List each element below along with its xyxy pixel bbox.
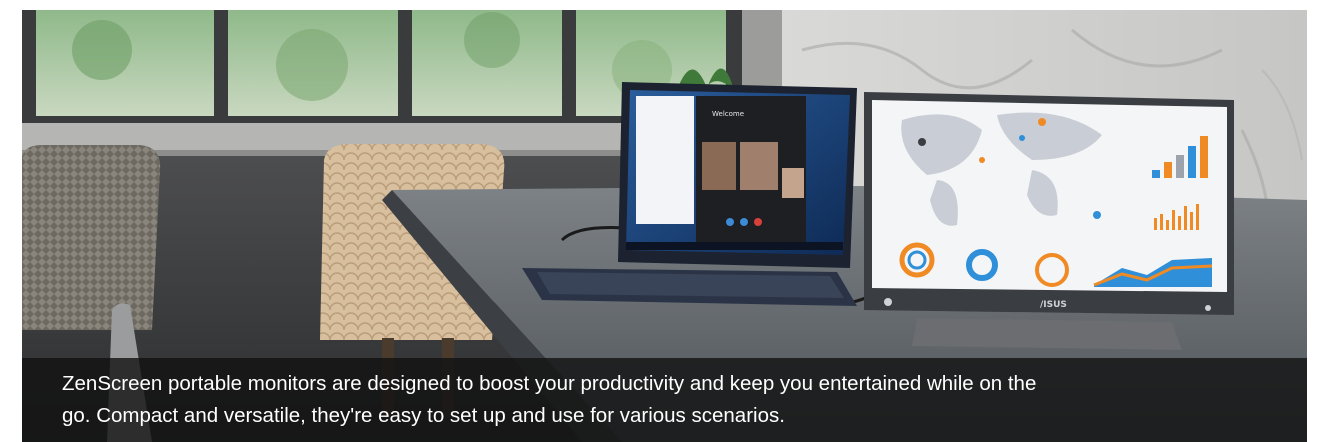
laptop-app-title: Welcome — [712, 110, 744, 118]
caption-line-2: go. Compact and versatile, they're easy … — [62, 404, 785, 427]
caption-line-1: ZenScreen portable monitors are designed… — [62, 372, 1037, 395]
hero-banner: Welcome /ISUS ZenScreen portable monitor… — [22, 10, 1307, 442]
monitor-brand-logo: /ISUS — [1040, 300, 1067, 310]
hero-caption: ZenScreen portable monitors are designed… — [22, 358, 1307, 442]
